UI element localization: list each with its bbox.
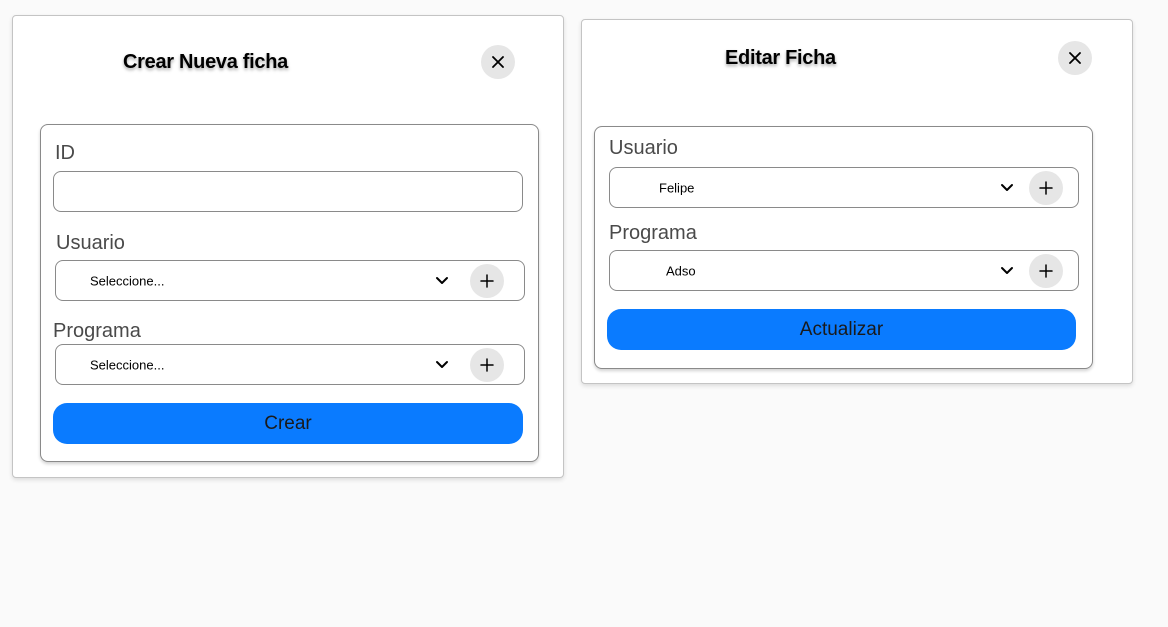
edit-ficha-modal: Editar Ficha Usuario Felipe Programa Ads… [581,19,1133,384]
edit-modal-close-button[interactable] [1058,41,1092,75]
close-icon [1069,52,1081,64]
actualizar-button[interactable]: Actualizar [607,309,1076,350]
plus-icon [1039,180,1053,195]
edit-usuario-select[interactable]: Felipe [609,167,1079,208]
edit-add-programa-button[interactable] [1029,253,1063,288]
chevron-down-icon [1001,183,1013,191]
add-usuario-button[interactable] [470,263,504,298]
plus-icon [480,273,494,288]
plus-icon [480,357,494,372]
edit-usuario-label: Usuario [609,137,678,159]
edit-modal-title: Editar Ficha [725,47,836,69]
create-modal-close-button[interactable] [481,45,515,79]
plus-icon [1039,263,1053,278]
programa-label: Programa [53,320,141,342]
edit-add-usuario-button[interactable] [1029,170,1063,205]
id-label: ID [55,142,75,164]
crear-button[interactable]: Crear [53,403,523,444]
edit-form-card: Usuario Felipe Programa Adso Actualizar [594,126,1093,369]
close-icon [492,56,504,68]
edit-programa-select-value: Adso [666,263,696,278]
add-programa-button[interactable] [470,347,504,382]
create-ficha-modal: Crear Nueva ficha ID Usuario Seleccione.… [12,15,564,478]
chevron-down-icon [436,276,448,284]
create-form-card: ID Usuario Seleccione... Programa Selecc… [40,124,539,462]
create-modal-title: Crear Nueva ficha [123,51,288,73]
programa-select-value: Seleccione... [90,357,165,372]
usuario-select-value: Seleccione... [90,273,165,288]
chevron-down-icon [436,360,448,368]
usuario-label: Usuario [56,232,125,254]
chevron-down-icon [1001,266,1013,274]
edit-programa-select[interactable]: Adso [609,250,1079,291]
usuario-select[interactable]: Seleccione... [55,260,525,301]
edit-usuario-select-value: Felipe [659,180,695,195]
edit-programa-label: Programa [609,222,697,244]
programa-select[interactable]: Seleccione... [55,344,525,385]
id-input[interactable] [53,171,523,212]
